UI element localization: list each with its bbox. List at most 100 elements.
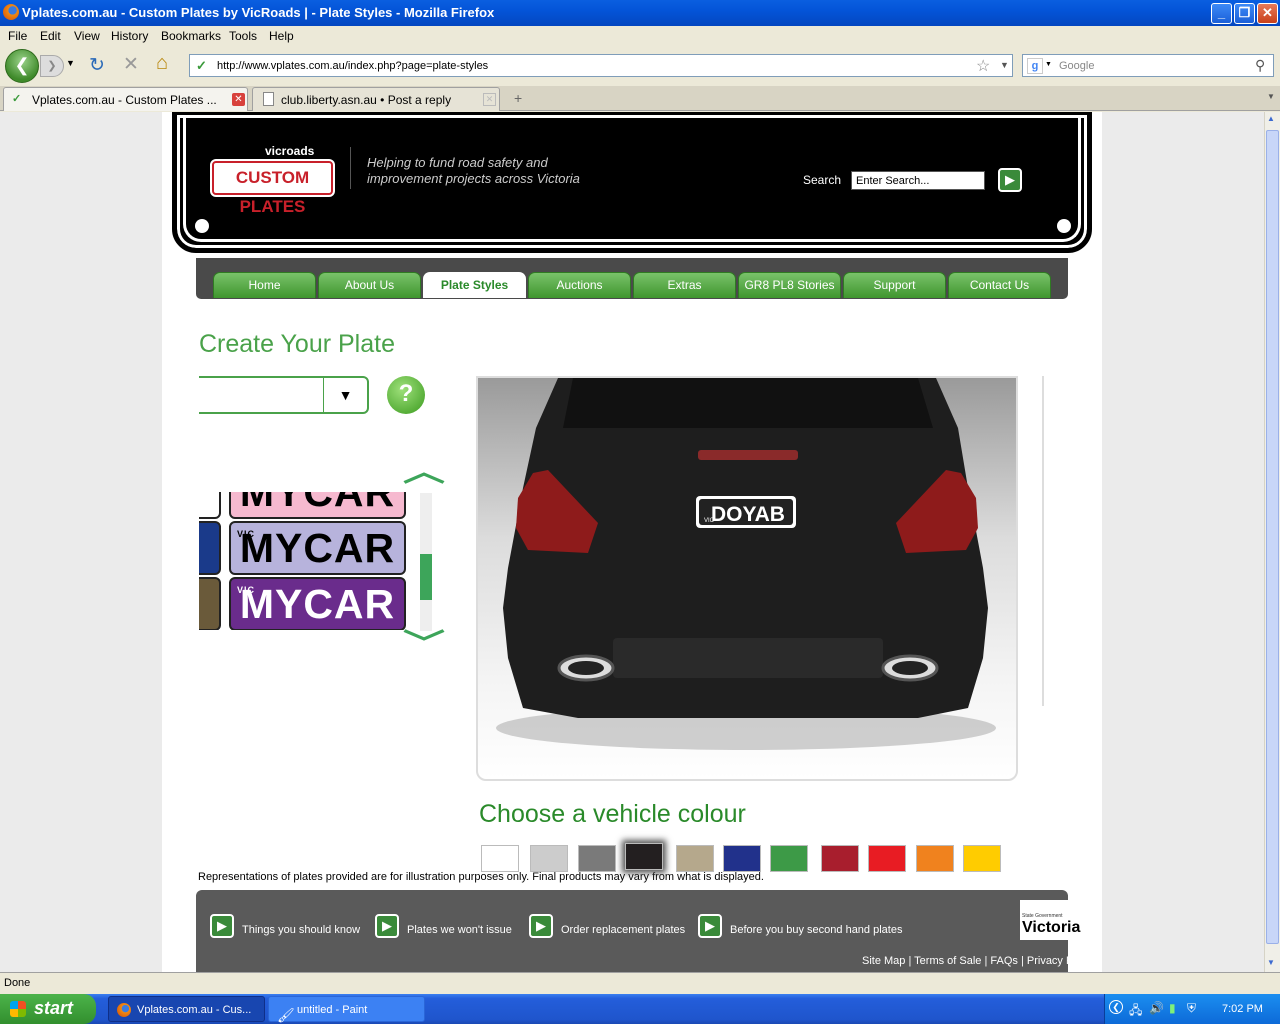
site-search-label: Search	[803, 173, 842, 187]
nav-gr8-pl8-stories[interactable]: GR8 PL8 Stories	[738, 272, 841, 298]
menu-help[interactable]: Help	[269, 29, 294, 43]
plate-text: MYCAR	[239, 525, 396, 571]
history-dropdown-icon[interactable]: ▼	[66, 58, 75, 68]
magnifier-icon[interactable]: ⚲	[1255, 57, 1265, 74]
nav-about-us[interactable]: About Us	[318, 272, 421, 298]
url-dropdown-icon[interactable]: ▼	[1000, 60, 1009, 70]
footer-arrow-icon[interactable]: ▶	[210, 914, 234, 938]
tab-close-icon[interactable]: ✕	[483, 93, 496, 106]
footer-bottom-links[interactable]: Site Map | Terms of Sale | FAQs | Privac…	[862, 955, 1095, 967]
bolt-right-icon	[1057, 219, 1071, 233]
volume-icon[interactable]: 🔊	[1149, 1001, 1164, 1015]
colour-swatch[interactable]	[481, 845, 519, 872]
status-bar: Done	[0, 972, 1280, 994]
nav-support[interactable]: Support	[843, 272, 946, 298]
search-engine-box[interactable]: g ▼ Google ⚲	[1022, 54, 1274, 77]
colour-swatch[interactable]	[963, 845, 1001, 872]
taskbar-firefox[interactable]: Vplates.com.au - Cus...	[108, 996, 265, 1022]
scroll-down-icon[interactable]: ﹀	[403, 630, 445, 658]
page-scrollbar[interactable]: ▲ ▼	[1264, 112, 1280, 972]
plate-text: MYCAR	[239, 492, 396, 515]
home-icon[interactable]: ⌂	[156, 52, 168, 75]
tab-club-liberty[interactable]: club.liberty.asn.au • Post a reply ✕	[252, 87, 500, 111]
colour-swatch[interactable]	[676, 845, 714, 872]
footer-link-order-replacement[interactable]: Order replacement plates	[561, 924, 685, 936]
site-search-button[interactable]: ▶	[998, 168, 1022, 192]
engine-dropdown-icon[interactable]: ▼	[1045, 61, 1052, 68]
help-icon[interactable]: ?	[387, 376, 425, 414]
plate-list-scroll-thumb[interactable]	[420, 554, 432, 600]
car-image: VIC DOYAB	[496, 378, 996, 750]
footer-arrow-icon[interactable]: ▶	[529, 914, 553, 938]
tab-close-icon[interactable]: ✕	[232, 93, 245, 106]
taskbar-paint[interactable]: 🖌 untitled - Paint	[268, 996, 425, 1023]
tab-list-icon[interactable]: ▼	[1267, 92, 1275, 101]
scroll-up-icon[interactable]: ︿	[403, 458, 445, 486]
new-tab-icon[interactable]: +	[514, 90, 522, 106]
site-search-input[interactable]: Enter Search...	[851, 171, 985, 190]
google-icon[interactable]: g	[1027, 58, 1043, 74]
network-icon[interactable]: 🖧	[1129, 1001, 1142, 1022]
colour-swatch[interactable]	[821, 845, 859, 872]
plate-style-lavender[interactable]: VIC MYCAR	[229, 521, 406, 575]
menu-tools[interactable]: Tools	[229, 29, 257, 43]
custom-plates-logo[interactable]: CUSTOM PLATES	[212, 161, 333, 216]
tab-label: club.liberty.asn.au • Post a reply	[281, 93, 452, 107]
colour-swatch[interactable]	[916, 845, 954, 872]
colour-swatch[interactable]	[723, 845, 761, 872]
footer-link-second-hand[interactable]: Before you buy second hand plates	[730, 924, 902, 936]
chevron-down-icon[interactable]: ▼	[323, 378, 367, 412]
menu-bookmarks[interactable]: Bookmarks	[161, 29, 221, 43]
nav-auctions[interactable]: Auctions	[528, 272, 631, 298]
footer-link-things-to-know[interactable]: Things you should know	[242, 924, 360, 936]
tab-favicon-icon: ✓	[12, 93, 22, 105]
site-header: vicroads CUSTOM PLATES Helping to fund r…	[172, 112, 1092, 253]
victoria-government-logo[interactable]: State Government Victoria	[1020, 900, 1090, 940]
reload-icon[interactable]: ↻	[89, 54, 105, 77]
menu-history[interactable]: History	[111, 29, 148, 43]
tab-bar: ✓ Vplates.com.au - Custom Plates ... ✕ c…	[0, 86, 1280, 111]
footer-arrow-icon[interactable]: ▶	[375, 914, 399, 938]
signal-icon[interactable]: ▮	[1169, 1001, 1176, 1015]
tray-expand-icon[interactable]: ❮	[1109, 1000, 1123, 1014]
url-bar[interactable]: ✓ http://www.vplates.com.au/index.php?pa…	[189, 54, 1013, 77]
stop-icon[interactable]: ✕	[123, 53, 139, 76]
colour-swatch[interactable]	[625, 843, 663, 870]
plate-state-label: VIC	[237, 585, 256, 595]
scroll-up-arrow-icon[interactable]: ▲	[1267, 114, 1275, 123]
nav-contact-us[interactable]: Contact Us	[948, 272, 1051, 298]
tab-vplates[interactable]: ✓ Vplates.com.au - Custom Plates ... ✕	[3, 87, 248, 111]
plate-type-select[interactable]: ▼	[199, 376, 369, 414]
colour-swatch[interactable]	[770, 845, 808, 872]
colour-swatch[interactable]	[530, 845, 568, 872]
clock[interactable]: 7:02 PM	[1222, 1003, 1263, 1015]
plate-text: MYCAR	[239, 581, 396, 627]
back-button[interactable]: ❮	[5, 49, 39, 83]
menu-view[interactable]: View	[74, 29, 100, 43]
footer-link-plates-wont-issue[interactable]: Plates we won't issue	[407, 924, 512, 936]
vic-logo-small-text: State Government	[1022, 913, 1063, 919]
menu-edit[interactable]: Edit	[40, 29, 61, 43]
bookmark-star-icon[interactable]: ☆	[976, 56, 990, 76]
create-plate-title: Create Your Plate	[199, 330, 395, 358]
nav-home[interactable]: Home	[213, 272, 316, 298]
scroll-down-arrow-icon[interactable]: ▼	[1267, 958, 1275, 967]
nav-plate-styles[interactable]: Plate Styles	[423, 272, 526, 298]
start-button[interactable]: start	[0, 994, 96, 1024]
plate-style-purple[interactable]: VIC MYCAR	[229, 577, 406, 630]
colour-swatch[interactable]	[578, 845, 616, 872]
nav-extras[interactable]: Extras	[633, 272, 736, 298]
close-button[interactable]: ✕	[1257, 3, 1278, 24]
menu-file[interactable]: File	[8, 29, 27, 43]
plate-style-pink[interactable]: VIC MYCAR	[229, 492, 406, 519]
security-icon[interactable]: ⛨	[1187, 1001, 1196, 1016]
page-scroll-thumb[interactable]	[1266, 130, 1279, 944]
window-titlebar[interactable]: Vplates.com.au - Custom Plates by VicRoa…	[0, 0, 1280, 26]
windows-taskbar: start Vplates.com.au - Cus... 🖌 untitled…	[0, 994, 1280, 1024]
footer-arrow-icon[interactable]: ▶	[698, 914, 722, 938]
minimize-button[interactable]: _	[1211, 3, 1232, 24]
colour-swatch[interactable]	[868, 845, 906, 872]
maximize-button[interactable]: ❐	[1234, 3, 1255, 24]
forward-button[interactable]: ❯	[40, 55, 64, 77]
status-text: Done	[4, 977, 31, 989]
